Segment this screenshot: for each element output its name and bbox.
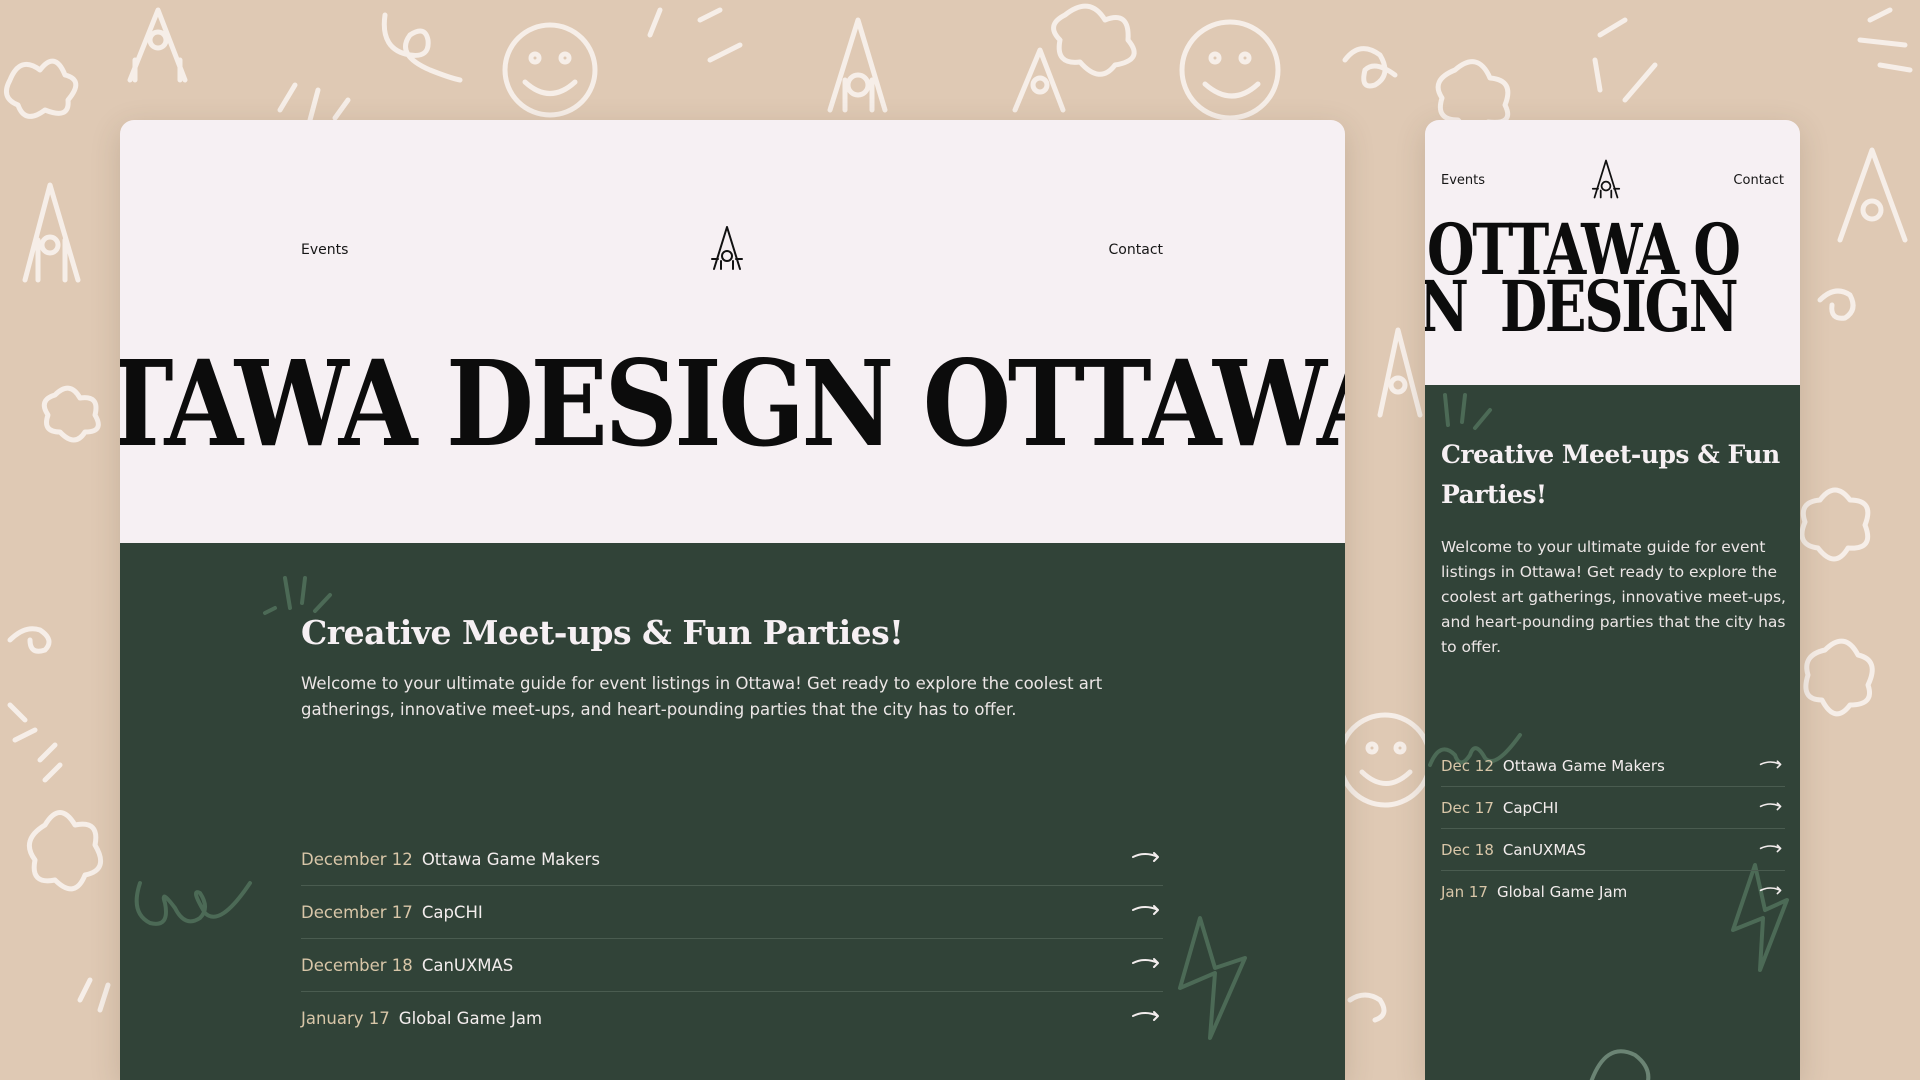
event-date: Jan 17	[1441, 882, 1488, 901]
arrow-right-icon[interactable]	[1759, 801, 1783, 815]
intro-section: Creative Meet-ups & Fun Parties! Welcome…	[120, 543, 1345, 1080]
event-date: January 17	[301, 1008, 390, 1028]
mobile-preview: Events Contact OTTAWA O N DESIGN Creativ…	[1425, 120, 1800, 1080]
flower-doodle-icon	[3, 58, 79, 119]
flower-doodle-icon	[1799, 487, 1871, 562]
logo-icon[interactable]	[710, 225, 744, 271]
event-row[interactable]: Dec 12 Ottawa Game Makers	[1441, 745, 1785, 787]
arrow-right-icon[interactable]	[1131, 957, 1161, 973]
arrow-right-icon[interactable]	[1131, 851, 1161, 867]
event-row[interactable]: Jan 17 Global Game Jam	[1441, 871, 1785, 912]
smiley-doodle-icon	[502, 22, 598, 118]
intro-paragraph: Welcome to your ultimate guide for event…	[1441, 538, 1786, 656]
event-name: CapCHI	[1502, 798, 1559, 817]
arrow-right-icon[interactable]	[1131, 904, 1161, 920]
event-name: CanUXMAS	[421, 955, 514, 975]
arrow-right-icon[interactable]	[1759, 843, 1783, 857]
hero-marquee-text: TAWA DESIGN OTTAWA D	[120, 334, 1345, 473]
flower-doodle-icon	[41, 385, 101, 443]
flower-doodle-icon	[1051, 3, 1137, 77]
event-row[interactable]: Dec 18 CanUXMAS	[1441, 829, 1785, 871]
event-date: Dec 12	[1441, 756, 1494, 775]
flower-doodle-icon	[1803, 638, 1875, 717]
page-headline: Creative Meet-ups & Fun Parties!	[301, 613, 904, 652]
smiley-doodle-icon	[1337, 712, 1433, 808]
event-name: Global Game Jam	[1496, 882, 1628, 901]
lightning-doodle-icon	[1178, 916, 1247, 1040]
event-date: Dec 17	[1441, 798, 1494, 817]
event-date: December 18	[301, 955, 413, 975]
hero-marquee-line-2: N DESIGN	[1425, 265, 1739, 348]
event-row[interactable]: January 17 Global Game Jam	[301, 992, 1163, 1044]
sparkle-doodle-icon	[1443, 393, 1492, 430]
building-doodle-icon	[1837, 147, 1908, 243]
arrow-right-icon[interactable]	[1131, 1010, 1161, 1026]
event-name: Global Game Jam	[398, 1008, 543, 1028]
event-row[interactable]: December 18 CanUXMAS	[301, 939, 1163, 992]
flower-doodle-icon	[26, 810, 104, 892]
event-list: Dec 12 Ottawa Game Makers Dec 17 CapCHI …	[1441, 745, 1785, 912]
intro-section: Creative Meet-ups & Fun Parties! Welcome…	[1425, 385, 1800, 1080]
event-name: CapCHI	[421, 902, 483, 922]
building-doodle-icon	[1012, 47, 1066, 113]
event-row[interactable]: December 17 CapCHI	[301, 886, 1163, 939]
intro-paragraph: Welcome to your ultimate guide for event…	[301, 674, 1103, 719]
event-row[interactable]: December 12 Ottawa Game Makers	[301, 833, 1163, 886]
building-doodle-icon	[827, 17, 888, 113]
event-date: Dec 18	[1441, 840, 1494, 859]
event-list: December 12 Ottawa Game Makers December …	[301, 833, 1163, 1044]
building-doodle-icon	[1377, 327, 1423, 418]
event-date: December 17	[301, 902, 413, 922]
smiley-doodle-icon	[1179, 19, 1281, 121]
swirl-doodle-icon	[134, 881, 252, 926]
arrow-right-icon[interactable]	[1759, 885, 1783, 899]
nav-contact-link[interactable]: Contact	[1733, 173, 1784, 188]
page-headline: Creative Meet-ups & Fun Parties!	[1441, 440, 1780, 509]
event-name: Ottawa Game Makers	[421, 849, 600, 869]
event-row[interactable]: Dec 17 CapCHI	[1441, 787, 1785, 829]
logo-icon[interactable]	[1591, 158, 1621, 200]
nav-contact-link[interactable]: Contact	[1109, 242, 1163, 258]
swirl-doodle-icon	[1589, 1049, 1651, 1080]
building-doodle-icon	[22, 182, 81, 283]
desktop-preview: Events Contact TAWA DESIGN OTTAWA D Crea…	[120, 120, 1345, 1080]
building-doodle-icon	[127, 7, 188, 83]
arrow-right-icon[interactable]	[1759, 759, 1783, 773]
event-date: December 12	[301, 849, 413, 869]
event-name: Ottawa Game Makers	[1502, 756, 1665, 775]
event-name: CanUXMAS	[1502, 840, 1587, 859]
nav-events-link[interactable]: Events	[1441, 173, 1485, 188]
nav-events-link[interactable]: Events	[301, 242, 348, 258]
